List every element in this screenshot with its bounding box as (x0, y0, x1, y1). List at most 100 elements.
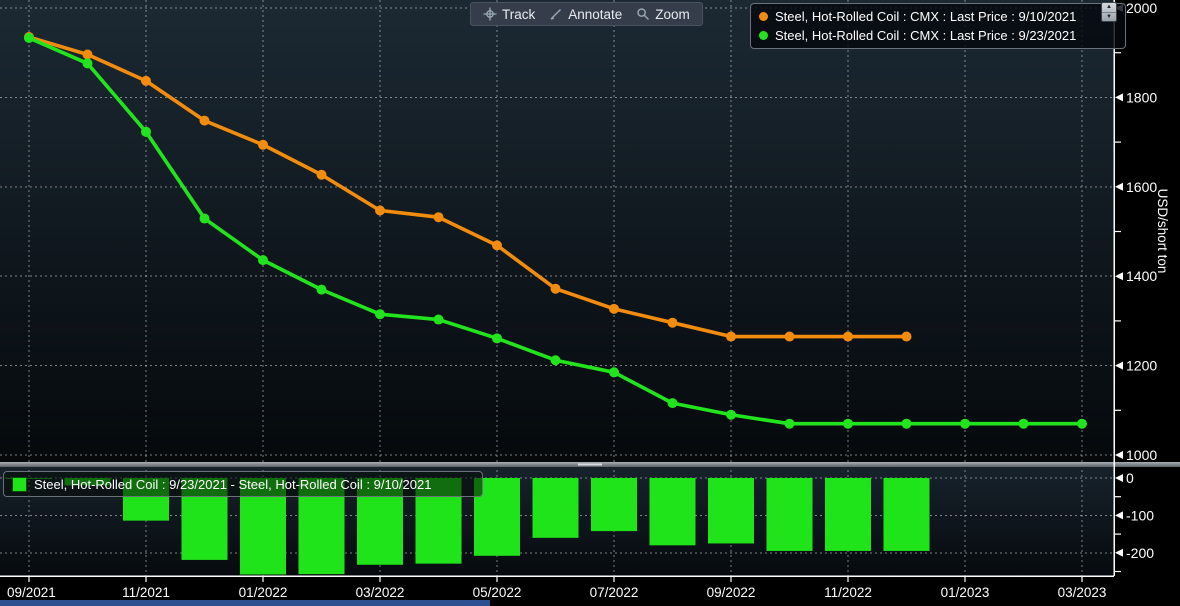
tick-arrow-icon (1115, 451, 1123, 459)
data-point-11/2022 (843, 419, 853, 429)
divider-grip-icon[interactable] (578, 464, 602, 466)
data-point-08/2022 (668, 318, 678, 328)
data-point-02/2022 (317, 285, 327, 295)
zoom-label: Zoom (655, 7, 690, 22)
data-point-07/2022 (609, 367, 619, 377)
data-point-12/2022 (902, 332, 912, 342)
y-tick-label-1200: 1200 (1126, 358, 1157, 374)
y-tick-label-1000: 1000 (1126, 447, 1157, 463)
data-point-05/2022 (492, 240, 502, 250)
pencil-annotate-icon (549, 7, 563, 21)
triangle-down-icon: ▼ (1106, 14, 1112, 20)
x-tick-label-03/2023: 03/2023 (1058, 585, 1107, 600)
tick-arrow-icon (1115, 549, 1123, 557)
data-point-10/2022 (785, 419, 795, 429)
main-panel-background[interactable] (0, 0, 1114, 462)
legend-scroll-spinner: ▲ ▼ (1101, 2, 1117, 22)
track-button[interactable]: Track (483, 7, 535, 22)
green-series-dot-icon (759, 31, 768, 40)
data-point-12/2022 (902, 419, 912, 429)
data-point-03/2023 (1077, 419, 1087, 429)
crosshair-track-icon (483, 7, 497, 21)
bottom-scrollbar[interactable] (0, 600, 490, 606)
spread-bar-08/2022 (650, 478, 696, 545)
y-tick-label-1600: 1600 (1126, 179, 1157, 195)
data-point-03/2022 (375, 205, 385, 215)
green-bar-swatch-icon (12, 477, 27, 492)
data-point-01/2022 (258, 255, 268, 265)
annotate-button[interactable]: Annotate (549, 7, 622, 22)
spread-bar-07/2022 (591, 478, 637, 531)
x-tick-label-05/2022: 05/2022 (473, 585, 522, 600)
y-tick-label-1800: 1800 (1126, 89, 1157, 105)
data-point-09/2021 (24, 33, 34, 43)
legend-row-9-10: Steel, Hot-Rolled Coil : CMX : Last Pric… (759, 7, 1117, 26)
zoom-button[interactable]: Zoom (636, 7, 690, 22)
data-point-10/2021 (83, 49, 93, 59)
data-point-05/2022 (492, 333, 502, 343)
x-tick-label-11/2021: 11/2021 (122, 585, 170, 600)
data-point-06/2022 (551, 284, 561, 294)
chart-window: 2000 1800 1600 1400 1200 1000 0 -100 -200 09/2021… (0, 0, 1180, 606)
spread-legend-label: Steel, Hot-Rolled Coil : 9/23/2021 - Ste… (34, 477, 431, 492)
orange-series-dot-icon (759, 12, 768, 21)
magnifier-zoom-icon (636, 7, 650, 21)
annotate-label: Annotate (568, 7, 622, 22)
tick-arrow-icon (1115, 183, 1123, 191)
scroll-down-button[interactable]: ▼ (1102, 13, 1116, 22)
y-tick-label-2000: 2000 (1126, 0, 1157, 16)
legend-row-9-23: Steel, Hot-Rolled Coil : CMX : Last Pric… (759, 26, 1117, 45)
data-point-02/2023 (1019, 419, 1029, 429)
data-point-04/2022 (434, 315, 444, 325)
data-point-07/2022 (609, 304, 619, 314)
tick-arrow-icon (1115, 362, 1123, 370)
data-point-10/2022 (785, 332, 795, 342)
y-tick-label-1400: 1400 (1126, 268, 1157, 284)
x-axis-ticks: 09/2021 11/2021 01/2022 03/2022 05/2022 07/20… (7, 576, 1106, 600)
data-point-12/2021 (200, 116, 210, 126)
data-point-09/2022 (726, 410, 736, 420)
price-series-legend[interactable]: Steel, Hot-Rolled Coil : CMX : Last Pric… (750, 3, 1126, 49)
legend-label-9-10: Steel, Hot-Rolled Coil : CMX : Last Pric… (775, 9, 1076, 24)
scroll-up-button[interactable]: ▲ (1102, 3, 1116, 13)
tick-arrow-icon (1115, 474, 1123, 482)
triangle-up-icon: ▲ (1106, 4, 1112, 10)
track-label: Track (502, 7, 535, 22)
x-tick-label-11/2022: 11/2022 (824, 585, 872, 600)
chart-toolbar: Track Annotate Zoom (470, 2, 703, 26)
data-point-12/2021 (200, 214, 210, 224)
x-tick-label-09/2022: 09/2022 (707, 585, 756, 600)
tick-arrow-icon (1115, 272, 1123, 280)
data-point-11/2021 (141, 76, 151, 86)
data-point-10/2021 (83, 58, 93, 68)
spread-bar-10/2022 (767, 478, 813, 551)
y-tick-label-0: 0 (1126, 470, 1134, 486)
y-tick-label--100: -100 (1126, 507, 1154, 523)
data-point-11/2022 (843, 332, 853, 342)
data-point-08/2022 (668, 398, 678, 408)
x-tick-label-01/2023: 01/2023 (941, 585, 990, 600)
x-tick-label-01/2022: 01/2022 (239, 585, 288, 600)
legend-label-9-23: Steel, Hot-Rolled Coil : CMX : Last Pric… (775, 28, 1076, 43)
spread-bar-11/2022 (825, 478, 871, 551)
data-point-01/2022 (258, 140, 268, 150)
data-point-03/2022 (375, 309, 385, 319)
data-point-04/2022 (434, 212, 444, 222)
y-axis-title: USD/short ton (1155, 189, 1170, 274)
data-point-09/2022 (726, 332, 736, 342)
spread-bar-09/2022 (708, 478, 754, 543)
spread-bar-06/2022 (533, 478, 579, 538)
x-tick-label-09/2021: 09/2021 (7, 585, 56, 600)
x-tick-label-07/2022: 07/2022 (590, 585, 639, 600)
data-point-02/2022 (317, 170, 327, 180)
y-axis-ticks: 2000 1800 1600 1400 1200 1000 0 -100 -200 (1114, 0, 1157, 572)
tick-arrow-icon (1115, 511, 1123, 519)
x-tick-label-03/2022: 03/2022 (356, 585, 405, 600)
data-point-01/2023 (960, 419, 970, 429)
tick-arrow-icon (1115, 93, 1123, 101)
data-point-11/2021 (141, 127, 151, 137)
y-tick-label--200: -200 (1126, 545, 1154, 561)
spread-legend[interactable]: Steel, Hot-Rolled Coil : 9/23/2021 - Ste… (3, 471, 483, 497)
data-point-06/2022 (551, 355, 561, 365)
futures-curve-chart[interactable]: 2000 1800 1600 1400 1200 1000 0 -100 -200 09/2021… (0, 0, 1180, 606)
